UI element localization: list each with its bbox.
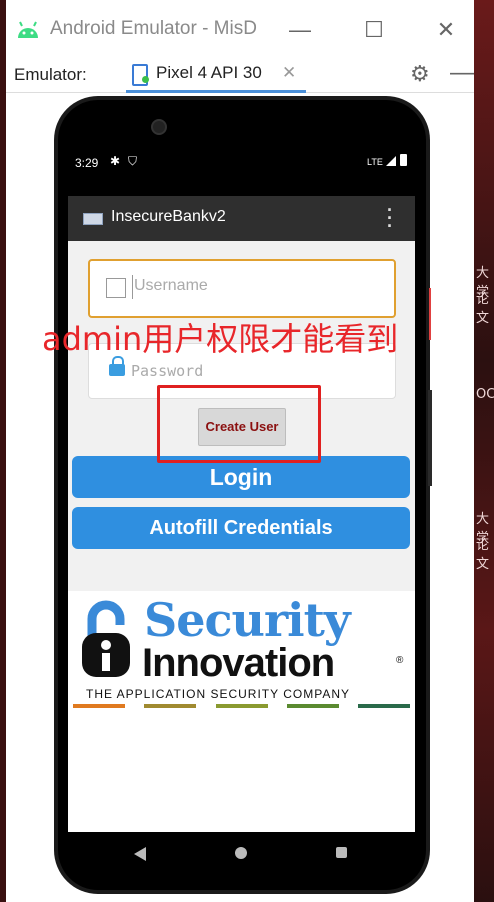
settings-notification-icon: ✱ bbox=[110, 154, 121, 168]
app-bar: InsecureBankv2 · · · bbox=[68, 196, 415, 241]
tab-close-icon[interactable]: ✕ bbox=[282, 63, 296, 83]
shield-icon: ⛉ bbox=[128, 154, 138, 168]
desktop-text: OC bbox=[476, 387, 494, 402]
logo-bar bbox=[287, 704, 339, 708]
logo-text-security: Security bbox=[144, 593, 351, 647]
android-icon bbox=[18, 21, 38, 38]
recents-icon[interactable] bbox=[336, 847, 347, 858]
username-placeholder: Username bbox=[134, 277, 208, 294]
hide-panel-icon[interactable]: — bbox=[450, 59, 474, 87]
highlight-box bbox=[157, 385, 321, 463]
app-title: InsecureBankv2 bbox=[111, 208, 226, 225]
gear-icon[interactable]: ⚙ bbox=[410, 61, 430, 87]
running-status-icon bbox=[142, 76, 149, 83]
clock: 3:29 bbox=[75, 156, 99, 170]
network-type: LTE bbox=[367, 157, 383, 167]
back-icon[interactable] bbox=[134, 847, 146, 861]
device-tab[interactable]: Pixel 4 API 30 ✕ bbox=[126, 60, 306, 93]
home-icon[interactable] bbox=[235, 847, 247, 859]
desktop-text: 论文 bbox=[476, 292, 490, 326]
battery-icon bbox=[400, 154, 407, 166]
navigation-bar bbox=[68, 832, 415, 874]
text-cursor bbox=[132, 275, 133, 299]
security-innovation-logo: Security Innovation ® THE APPLICATION SE… bbox=[68, 591, 415, 832]
title-bar[interactable]: Android Emulator - MisD — ☐ ✕ bbox=[6, 0, 474, 60]
window-title: Android Emulator - MisD bbox=[50, 18, 257, 39]
logo-mark bbox=[82, 600, 130, 677]
desktop-background-right bbox=[474, 0, 494, 902]
crop-icon bbox=[106, 278, 126, 298]
annotation-text: admin用户权限才能看到 bbox=[42, 320, 399, 358]
power-button[interactable] bbox=[428, 390, 432, 486]
logo-text-innovation: Innovation bbox=[142, 641, 335, 685]
maximize-icon[interactable]: ☐ bbox=[360, 16, 388, 44]
device-tab-label: Pixel 4 API 30 bbox=[156, 63, 262, 82]
username-input[interactable]: Username bbox=[88, 259, 396, 318]
logo-bar bbox=[144, 704, 196, 708]
signal-icon bbox=[386, 156, 396, 166]
emulator-label: Emulator: bbox=[14, 65, 87, 84]
password-placeholder: Password bbox=[131, 362, 204, 380]
app-logo-icon bbox=[83, 213, 103, 225]
minimize-icon[interactable]: — bbox=[286, 16, 314, 44]
annotation-marker bbox=[429, 288, 431, 340]
status-bar: 3:29 ✱ ⛉ LTE bbox=[68, 140, 415, 196]
close-icon[interactable]: ✕ bbox=[432, 16, 460, 44]
desktop-text: 论文 bbox=[476, 538, 490, 572]
autofill-credentials-button[interactable]: Autofill Credentials bbox=[72, 507, 410, 549]
overflow-menu-icon[interactable]: · · · bbox=[385, 201, 395, 235]
logo-tagline: THE APPLICATION SECURITY COMPANY bbox=[86, 687, 351, 701]
logo-bar bbox=[216, 704, 268, 708]
logo-bar bbox=[73, 704, 125, 708]
device-screen: 3:29 ✱ ⛉ LTE InsecureBankv2 · · · Username… bbox=[68, 140, 415, 832]
lock-icon bbox=[109, 364, 125, 376]
front-camera-icon bbox=[151, 119, 167, 135]
logo-bar bbox=[358, 704, 410, 708]
registered-mark: ® bbox=[396, 655, 404, 666]
emulator-toolbar: Emulator: Pixel 4 API 30 ✕ ⚙ — bbox=[6, 59, 474, 93]
